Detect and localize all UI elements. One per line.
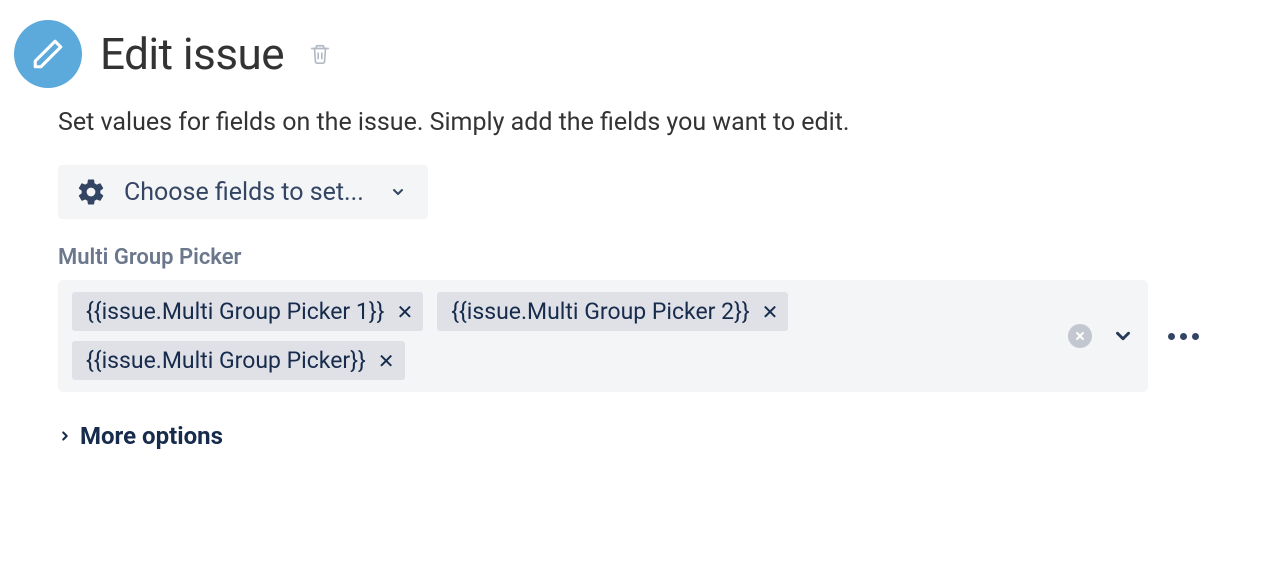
delete-icon[interactable] [306, 40, 334, 68]
tag: {{issue.Multi Group Picker 1}} ✕ [72, 292, 423, 331]
edit-icon [14, 20, 82, 88]
expand-dropdown-icon[interactable] [1112, 325, 1134, 347]
remove-tag-icon[interactable]: ✕ [762, 302, 779, 322]
multi-group-picker-input[interactable]: {{issue.Multi Group Picker 1}} ✕ {{issue… [58, 280, 1148, 392]
field-label: Multi Group Picker [58, 245, 1214, 270]
tag-label: {{issue.Multi Group Picker 2}} [451, 298, 749, 325]
more-options-label: More options [80, 422, 223, 450]
chevron-down-icon [390, 184, 406, 200]
tag: {{issue.Multi Group Picker 2}} ✕ [437, 292, 788, 331]
page-title: Edit issue [100, 28, 284, 80]
choose-fields-button[interactable]: Choose fields to set... [58, 165, 428, 219]
gear-icon [76, 177, 106, 207]
tags-container: {{issue.Multi Group Picker 1}} ✕ {{issue… [72, 292, 1034, 380]
tag-label: {{issue.Multi Group Picker 1}} [86, 298, 384, 325]
more-actions-icon[interactable] [1162, 327, 1205, 346]
header: Edit issue [14, 20, 1244, 88]
chevron-right-icon [58, 429, 72, 443]
tag: {{issue.Multi Group Picker}} ✕ [72, 341, 405, 380]
clear-all-icon[interactable] [1068, 324, 1092, 348]
remove-tag-icon[interactable]: ✕ [396, 302, 413, 322]
more-options-toggle[interactable]: More options [58, 422, 1214, 450]
choose-fields-label: Choose fields to set... [124, 178, 364, 207]
remove-tag-icon[interactable]: ✕ [378, 351, 395, 371]
description-text: Set values for fields on the issue. Simp… [58, 108, 1214, 137]
tag-label: {{issue.Multi Group Picker}} [86, 347, 366, 374]
